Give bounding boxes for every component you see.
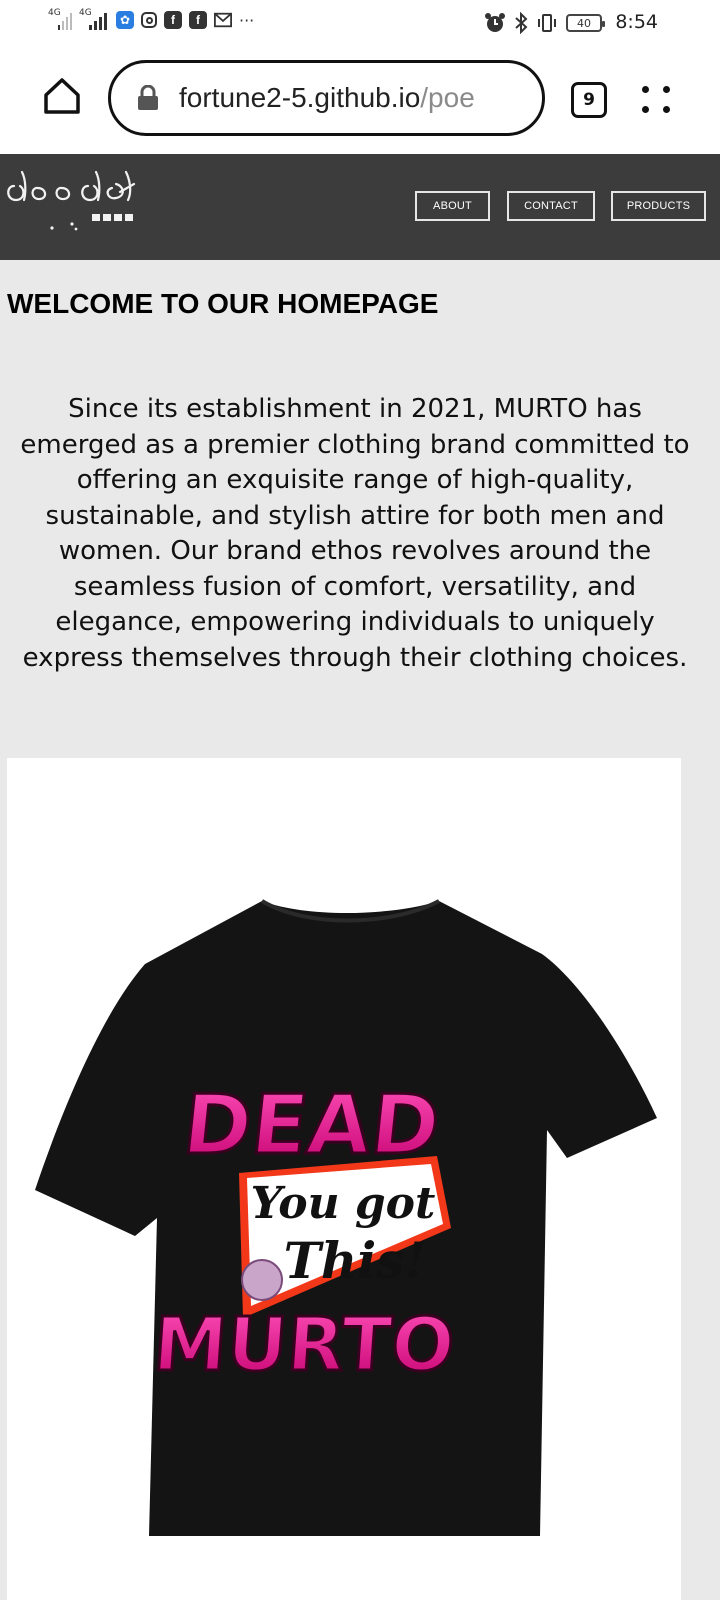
print-mid-text-2: This!: [284, 1231, 427, 1290]
facebook-icon: f: [164, 11, 182, 29]
mail-icon: [214, 11, 232, 29]
doodle-logo-icon[interactable]: [4, 162, 144, 242]
browser-toolbar: fortune2-5.github.io/poe 9: [0, 46, 720, 154]
vibrate-icon: [538, 14, 556, 32]
more-notifications-icon: ···: [239, 10, 255, 30]
nav-products-button[interactable]: PRODUCTS: [611, 191, 706, 221]
facebook-icon: f: [189, 11, 207, 29]
network-type-label: 4G: [79, 8, 92, 18]
about-line: women. Our brand ethos revolves around t…: [58, 536, 652, 566]
status-right: 40: [484, 12, 605, 34]
battery-icon: 40: [566, 14, 605, 32]
url-host: fortune2-5.github.io: [179, 82, 421, 113]
tab-switcher-button[interactable]: 9: [571, 82, 607, 118]
home-icon: [44, 78, 80, 114]
tab-count: 9: [583, 90, 595, 110]
network-type-label: 4G: [48, 8, 61, 18]
signal-icon: 4G: [48, 8, 72, 30]
about-line: express themselves through their clothin…: [22, 642, 688, 673]
site-header: ABOUT CONTACT PRODUCTS: [0, 154, 720, 260]
menu-dot: [663, 106, 670, 113]
status-left: 4G 4G ✿ f f ···: [48, 8, 255, 30]
instagram-icon: [141, 12, 157, 28]
about-line: elegance, empowering individuals to uniq…: [55, 607, 655, 637]
nav-contact-button[interactable]: CONTACT: [507, 191, 595, 221]
nav-about-button[interactable]: ABOUT: [415, 191, 490, 221]
about-paragraph: Since its establishment in 2021, MURTO h…: [4, 392, 706, 676]
print-mid-text-1: You got: [251, 1178, 436, 1229]
menu-dot: [663, 86, 670, 93]
print-top-text: DEAD: [179, 1078, 445, 1173]
about-line: seamless fusion of comfort, versatility,…: [73, 571, 637, 602]
about-line: emerged as a premier clothing brand comm…: [20, 429, 690, 460]
battery-level: 40: [577, 16, 591, 30]
url-path: /poe: [420, 82, 475, 113]
lock-icon: [138, 85, 158, 110]
alarm-icon: [485, 13, 505, 32]
address-bar[interactable]: fortune2-5.github.io/poe: [108, 60, 545, 136]
page-heading: WELCOME TO OUR HOMEPAGE: [7, 288, 439, 319]
about-line: Since its establishment in 2021, MURTO h…: [68, 394, 642, 424]
menu-dot: [642, 86, 649, 93]
about-line: offering an exquisite range of high-qual…: [76, 465, 634, 495]
clock: 8:54: [615, 11, 658, 33]
browser-menu-button[interactable]: [640, 82, 674, 118]
print-bottom-text: MURTO: [151, 1302, 458, 1388]
about-line: sustainable, and stylish attire for both…: [45, 500, 665, 531]
signal-icon: 4G: [79, 8, 109, 30]
status-bar: 4G 4G ✿ f f ··· 40 8:54: [0, 0, 720, 46]
tshirt-product-image: DEAD You got This! MURTO: [35, 899, 657, 1536]
bluetooth-icon: [515, 12, 528, 34]
menu-dot: [642, 106, 649, 113]
home-button[interactable]: [40, 74, 84, 118]
app-notification-icon: ✿: [116, 11, 134, 29]
product-image-card[interactable]: DEAD You got This! MURTO: [7, 758, 681, 1600]
